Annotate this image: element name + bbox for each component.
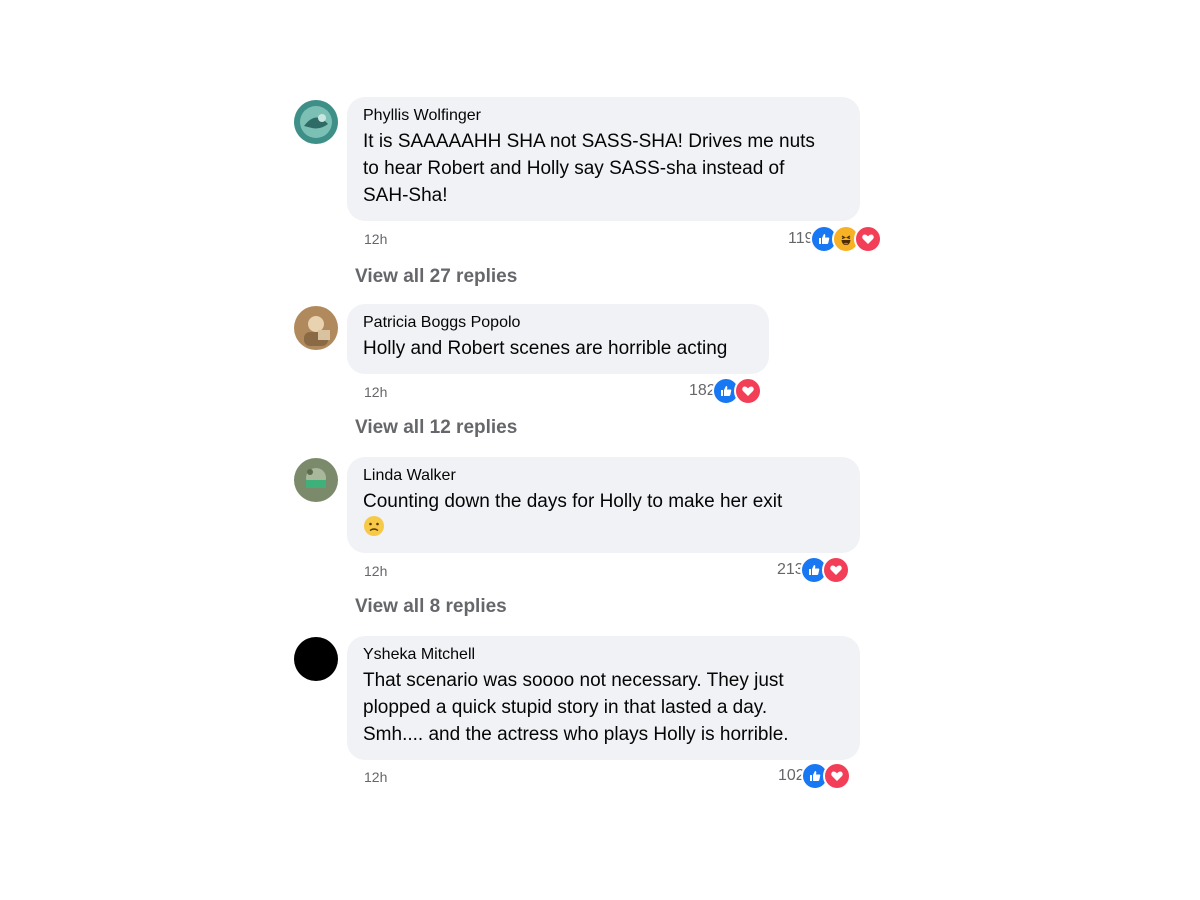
avatar[interactable] [294, 637, 338, 681]
reaction-summary[interactable]: 213 [777, 556, 850, 584]
comment-author[interactable]: Ysheka Mitchell [363, 645, 844, 665]
avatar[interactable] [294, 306, 338, 350]
reaction-summary[interactable]: 119 [788, 225, 882, 253]
love-icon [822, 762, 851, 790]
worried-face-icon [363, 515, 385, 545]
comment-text: It is SAAAAAHH SHA not SASS-SHA! Drives … [363, 131, 815, 206]
view-replies-link[interactable]: View all 27 replies [355, 265, 517, 289]
love-icon [853, 225, 882, 253]
comment-timestamp[interactable]: 12h [364, 230, 387, 248]
comment-author[interactable]: Linda Walker [363, 466, 844, 486]
comment-bubble: Patricia Boggs Popolo Holly and Robert s… [347, 304, 769, 374]
comment-author[interactable]: Phyllis Wolfinger [363, 106, 844, 126]
reaction-summary[interactable]: 102 [778, 762, 851, 790]
avatar[interactable] [294, 100, 338, 144]
love-icon [821, 556, 850, 584]
avatar[interactable] [294, 458, 338, 502]
comment-timestamp[interactable]: 12h [364, 562, 387, 580]
reaction-summary[interactable]: 182 [689, 377, 762, 405]
comment-bubble: Phyllis Wolfinger It is SAAAAAHH SHA not… [347, 97, 860, 221]
view-replies-link[interactable]: View all 12 replies [355, 416, 517, 440]
comment-bubble: Linda Walker Counting down the days for … [347, 457, 860, 553]
comment-text: Holly and Robert scenes are horrible act… [363, 338, 728, 359]
view-replies-link[interactable]: View all 8 replies [355, 595, 507, 619]
comment-text: Counting down the days for Holly to make… [363, 488, 844, 545]
comment-timestamp[interactable]: 12h [364, 383, 387, 401]
comment-text: That scenario was soooo not necessary. T… [363, 670, 789, 745]
comment-timestamp[interactable]: 12h [364, 768, 387, 786]
comment-bubble: Ysheka Mitchell That scenario was soooo … [347, 636, 860, 760]
comment-author[interactable]: Patricia Boggs Popolo [363, 313, 753, 333]
love-icon [733, 377, 762, 405]
